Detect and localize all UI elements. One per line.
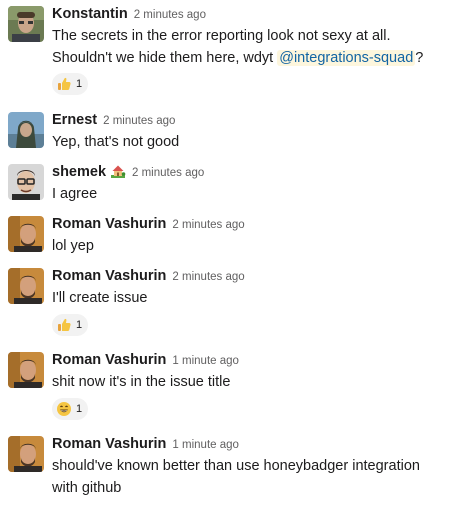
avatar[interactable] — [8, 436, 44, 472]
author-name[interactable]: Roman Vashurin — [52, 268, 166, 284]
reaction-button[interactable]: 1 — [52, 314, 89, 336]
timestamp[interactable]: 2 minutes ago — [132, 167, 204, 179]
thumbs-up-icon — [58, 318, 71, 331]
avatar[interactable] — [8, 216, 44, 252]
reaction-count: 1 — [76, 319, 83, 331]
author-name[interactable]: Ernest — [52, 112, 97, 128]
timestamp[interactable]: 2 minutes ago — [134, 9, 206, 21]
message-text: I'll create issue — [52, 290, 148, 306]
avatar[interactable] — [8, 112, 44, 148]
house-with-garden-icon[interactable] — [110, 163, 126, 179]
message-text: shit now it's in the issue title — [52, 374, 231, 390]
author-name[interactable]: Roman Vashurin — [52, 436, 166, 452]
timestamp[interactable]: 1 minute ago — [172, 439, 239, 451]
thumbs-up-icon — [58, 77, 71, 90]
avatar[interactable] — [8, 6, 44, 42]
message-text: with github — [52, 480, 122, 496]
timestamp[interactable]: 2 minutes ago — [172, 271, 244, 283]
reaction-button[interactable]: 1 — [52, 73, 89, 95]
message-feed: Konstantin 2 minutes ago The secrets in t… — [0, 0, 459, 511]
mention-link[interactable]: @integrations-squad — [277, 50, 416, 66]
author-name[interactable]: Roman Vashurin — [52, 216, 166, 232]
reaction-count: 1 — [76, 403, 83, 415]
avatar[interactable] — [8, 352, 44, 388]
timestamp[interactable]: 2 minutes ago — [172, 219, 244, 231]
author-name[interactable]: Konstantin — [52, 6, 128, 22]
message-text: should've known better than use honeybad… — [52, 458, 420, 474]
author-name[interactable]: Roman Vashurin — [52, 352, 166, 368]
avatar[interactable] — [8, 268, 44, 304]
message-text: Shouldn't we hide them here, wdyt @integ… — [52, 50, 424, 66]
message-text: lol yep — [52, 238, 94, 254]
grinning-face-icon — [57, 402, 71, 416]
message-text: The secrets in the error reporting look … — [52, 28, 391, 44]
author-name[interactable]: shemek — [52, 164, 106, 180]
message-text: Yep, that's not good — [52, 134, 180, 150]
timestamp[interactable]: 1 minute ago — [172, 355, 239, 367]
message-text: I agree — [52, 186, 98, 202]
timestamp[interactable]: 2 minutes ago — [103, 115, 175, 127]
reaction-count: 1 — [76, 78, 83, 90]
reaction-button[interactable]: 1 — [52, 398, 89, 420]
avatar[interactable] — [8, 164, 44, 200]
